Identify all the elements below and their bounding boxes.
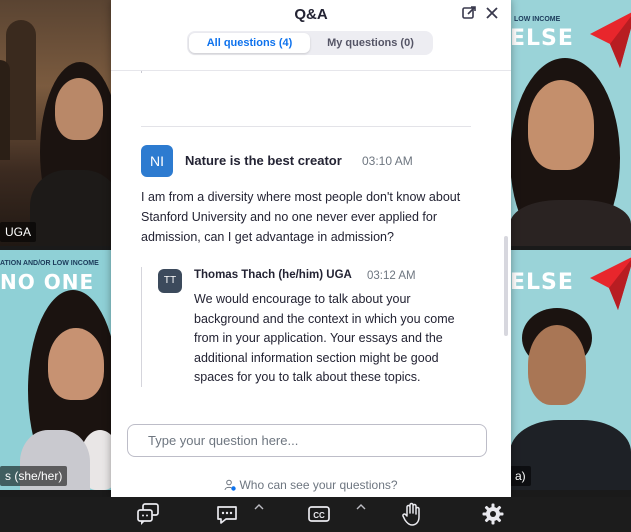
raise-hand-button[interactable]	[399, 501, 427, 527]
meeting-toolbar: CC	[0, 497, 631, 532]
video-tile-bottom-right[interactable]: ELSE a)	[510, 250, 631, 490]
background-arch	[0, 60, 10, 160]
question-timestamp: 03:10 AM	[362, 154, 413, 168]
qa-dialog: Q&A All questions (4) My questions (0) N…	[111, 0, 511, 497]
banner-headline: ELSE	[510, 270, 574, 295]
meeting-stage: UGA ATION AND/OR LOW INCOME NO ONE s (sh…	[0, 0, 631, 532]
qa-tabs: All questions (4) My questions (0)	[187, 31, 433, 55]
raise-hand-icon	[402, 502, 420, 526]
captions-icon: CC	[308, 506, 330, 522]
close-icon	[486, 7, 498, 19]
captions-label: CC	[313, 511, 325, 520]
captions-button[interactable]: CC	[306, 501, 334, 527]
close-button[interactable]	[483, 5, 501, 23]
previous-answer-remnant	[141, 71, 441, 73]
settings-button[interactable]	[480, 501, 508, 527]
video-tile-top-right[interactable]: LOW INCOME ELSE	[510, 0, 631, 246]
participant-name-tag: UGA	[0, 222, 37, 242]
paper-plane-logo-icon	[590, 12, 631, 68]
question-list[interactable]: NI Nature is the best creator 03:10 AM I…	[111, 70, 511, 414]
banner-headline: ELSE	[510, 26, 574, 51]
video-tile-bottom-left[interactable]: ATION AND/OR LOW INCOME NO ONE s (she/he…	[0, 250, 112, 490]
chat-options-caret[interactable]	[254, 503, 264, 514]
qa-button[interactable]	[135, 501, 163, 527]
chat-button[interactable]	[214, 501, 242, 527]
paper-plane-logo-icon	[590, 257, 631, 310]
person-face	[48, 328, 104, 400]
participant-name-tag: s (she/her)	[0, 466, 68, 486]
qa-title: Q&A	[294, 6, 328, 23]
question-author-avatar: NI	[141, 145, 173, 177]
person-face	[528, 80, 594, 170]
person-body	[30, 170, 112, 246]
person-face	[528, 325, 586, 405]
background-arch	[6, 20, 36, 140]
visibility-info-text: Who can see your questions?	[239, 478, 398, 492]
answer-author-avatar: TT	[158, 269, 182, 293]
answer-thread-line	[141, 267, 142, 387]
question-text: I am from a diversity where most people …	[141, 190, 461, 244]
chevron-up-icon	[356, 504, 366, 510]
answer-text: We would encourage to talk about your ba…	[194, 292, 455, 385]
chevron-up-icon	[254, 504, 264, 510]
qa-icon	[137, 503, 159, 525]
banner-caption: LOW INCOME	[514, 16, 561, 23]
qa-header: Q&A All questions (4) My questions (0)	[111, 0, 511, 58]
captions-options-caret[interactable]	[356, 503, 366, 514]
video-tile-top-left[interactable]: UGA	[0, 0, 112, 246]
question-list-scrollbar[interactable]	[504, 236, 508, 336]
question-input[interactable]: Type your question here...	[127, 424, 487, 457]
tab-my-questions[interactable]: My questions (0)	[310, 33, 431, 53]
question-divider	[141, 126, 471, 127]
answer-author-name: Thomas Thach (he/him) UGA	[194, 269, 352, 281]
answer-timestamp: 03:12 AM	[367, 270, 416, 282]
question-author-name: Nature is the best creator	[185, 153, 342, 168]
person-face	[55, 78, 103, 140]
visibility-info-link[interactable]: Who can see your questions?	[111, 478, 511, 492]
pop-out-icon	[462, 6, 476, 19]
pop-out-button[interactable]	[460, 5, 478, 23]
gear-icon	[482, 503, 504, 525]
chat-icon	[217, 506, 237, 524]
tab-all-questions[interactable]: All questions (4)	[189, 33, 310, 53]
banner-caption: ATION AND/OR LOW INCOME	[0, 260, 99, 267]
participant-name-tag: a)	[510, 466, 531, 486]
person-body	[510, 200, 631, 246]
person-lock-icon	[224, 479, 237, 491]
